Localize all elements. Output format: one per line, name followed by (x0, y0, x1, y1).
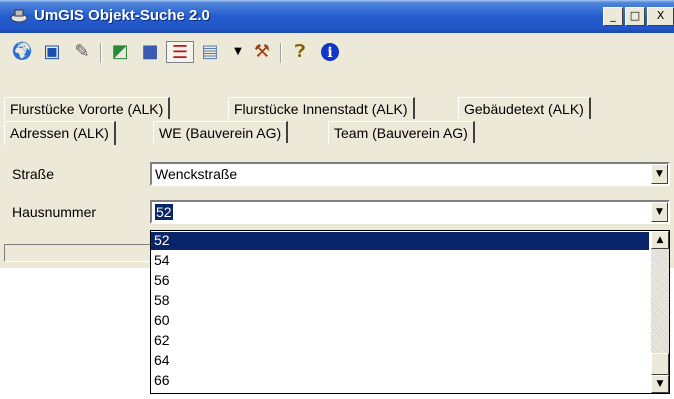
chevron-down-icon[interactable]: ▼ (651, 164, 668, 184)
layers-icon[interactable]: ◩ (108, 41, 132, 63)
svg-text:i: i (327, 45, 332, 61)
tab-we-bauverein[interactable]: WE (Bauverein AG) (153, 121, 289, 143)
chevron-down-icon[interactable]: ▼ (651, 202, 668, 222)
marker-icon[interactable]: ■ (138, 41, 162, 63)
panel-icon[interactable]: ▤ (198, 41, 222, 63)
help-icon[interactable]: ❓︎ (288, 41, 312, 63)
tab-gebaeudetext[interactable]: Gebäudetext (ALK) (458, 97, 591, 119)
info-icon[interactable]: i (318, 41, 342, 63)
scroll-down-icon[interactable]: ▼ (651, 375, 669, 393)
scroll-up-icon[interactable]: ▲ (651, 231, 669, 249)
list-item[interactable]: 64 (151, 352, 649, 370)
tools-icon[interactable]: ⚒ (250, 41, 274, 63)
list-item[interactable]: 52 (151, 232, 649, 250)
hausnummer-label: Hausnummer (12, 204, 97, 220)
scrollbar-thumb[interactable] (651, 353, 669, 375)
toolbar: 🌍︎ ▣ ✎ ◩ ■ ☰ ▤ ▼ ⚒ ❓︎ i (0, 33, 674, 85)
window-title: UmGIS Objekt-Suche 2.0 (34, 7, 210, 24)
app-icon (10, 9, 28, 23)
list-item[interactable]: 62 (151, 332, 649, 350)
tab-panel-adressen: Straße Wenckstraße ▼ Hausnummer 52 ▼ (0, 146, 674, 236)
tab-flurstuecke-vororte[interactable]: Flurstücke Vororte (ALK) (4, 97, 171, 119)
tab-row-1: Flurstücke Vororte (ALK) Flurstücke Inne… (0, 97, 674, 121)
globe-icon[interactable]: 🌍︎ (10, 41, 34, 63)
list-item[interactable]: 58 (151, 292, 649, 310)
list-item[interactable]: 54 (151, 252, 649, 270)
strasse-value: Wenckstraße (155, 166, 238, 182)
edit-icon[interactable]: ✎ (70, 41, 94, 63)
maximize-button[interactable]: □ (625, 7, 645, 26)
toolbar-separator (100, 43, 102, 63)
list-item[interactable]: 66 (151, 372, 649, 390)
hausnummer-value: 52 (155, 204, 173, 220)
strasse-label: Straße (12, 166, 55, 182)
map-view-icon[interactable]: ▣ (40, 41, 64, 63)
list-item[interactable]: 60 (151, 312, 649, 330)
list-icon[interactable]: ☰ (166, 41, 194, 63)
title-bar[interactable]: UmGIS Objekt-Suche 2.0 _ □ X (0, 0, 674, 33)
list-item[interactable]: 56 (151, 272, 649, 290)
hausnummer-combobox[interactable]: 52 ▼ (150, 200, 670, 224)
tab-flurstuecke-innenstadt[interactable]: Flurstücke Innenstadt (ALK) (228, 97, 415, 119)
toolbar-separator (280, 43, 282, 63)
main-window: UmGIS Objekt-Suche 2.0 _ □ X 🌍︎ ▣ ✎ ◩ ■ … (0, 0, 674, 268)
strasse-combobox[interactable]: Wenckstraße ▼ (150, 162, 670, 186)
tab-adressen[interactable]: Adressen (ALK) (4, 121, 116, 145)
tab-row-2: Adressen (ALK) WE (Bauverein AG) Team (B… (0, 121, 674, 145)
dropdown-arrow-icon[interactable]: ▼ (226, 41, 250, 63)
dropdown-scrollbar[interactable]: ▲ ▼ (651, 231, 669, 393)
hausnummer-dropdown-list[interactable]: 52 54 56 58 60 62 64 66 ▲ ▼ (150, 230, 670, 394)
minimize-button[interactable]: _ (603, 7, 623, 26)
tab-team-bauverein[interactable]: Team (Bauverein AG) (328, 121, 475, 143)
close-button[interactable]: X (647, 7, 674, 26)
